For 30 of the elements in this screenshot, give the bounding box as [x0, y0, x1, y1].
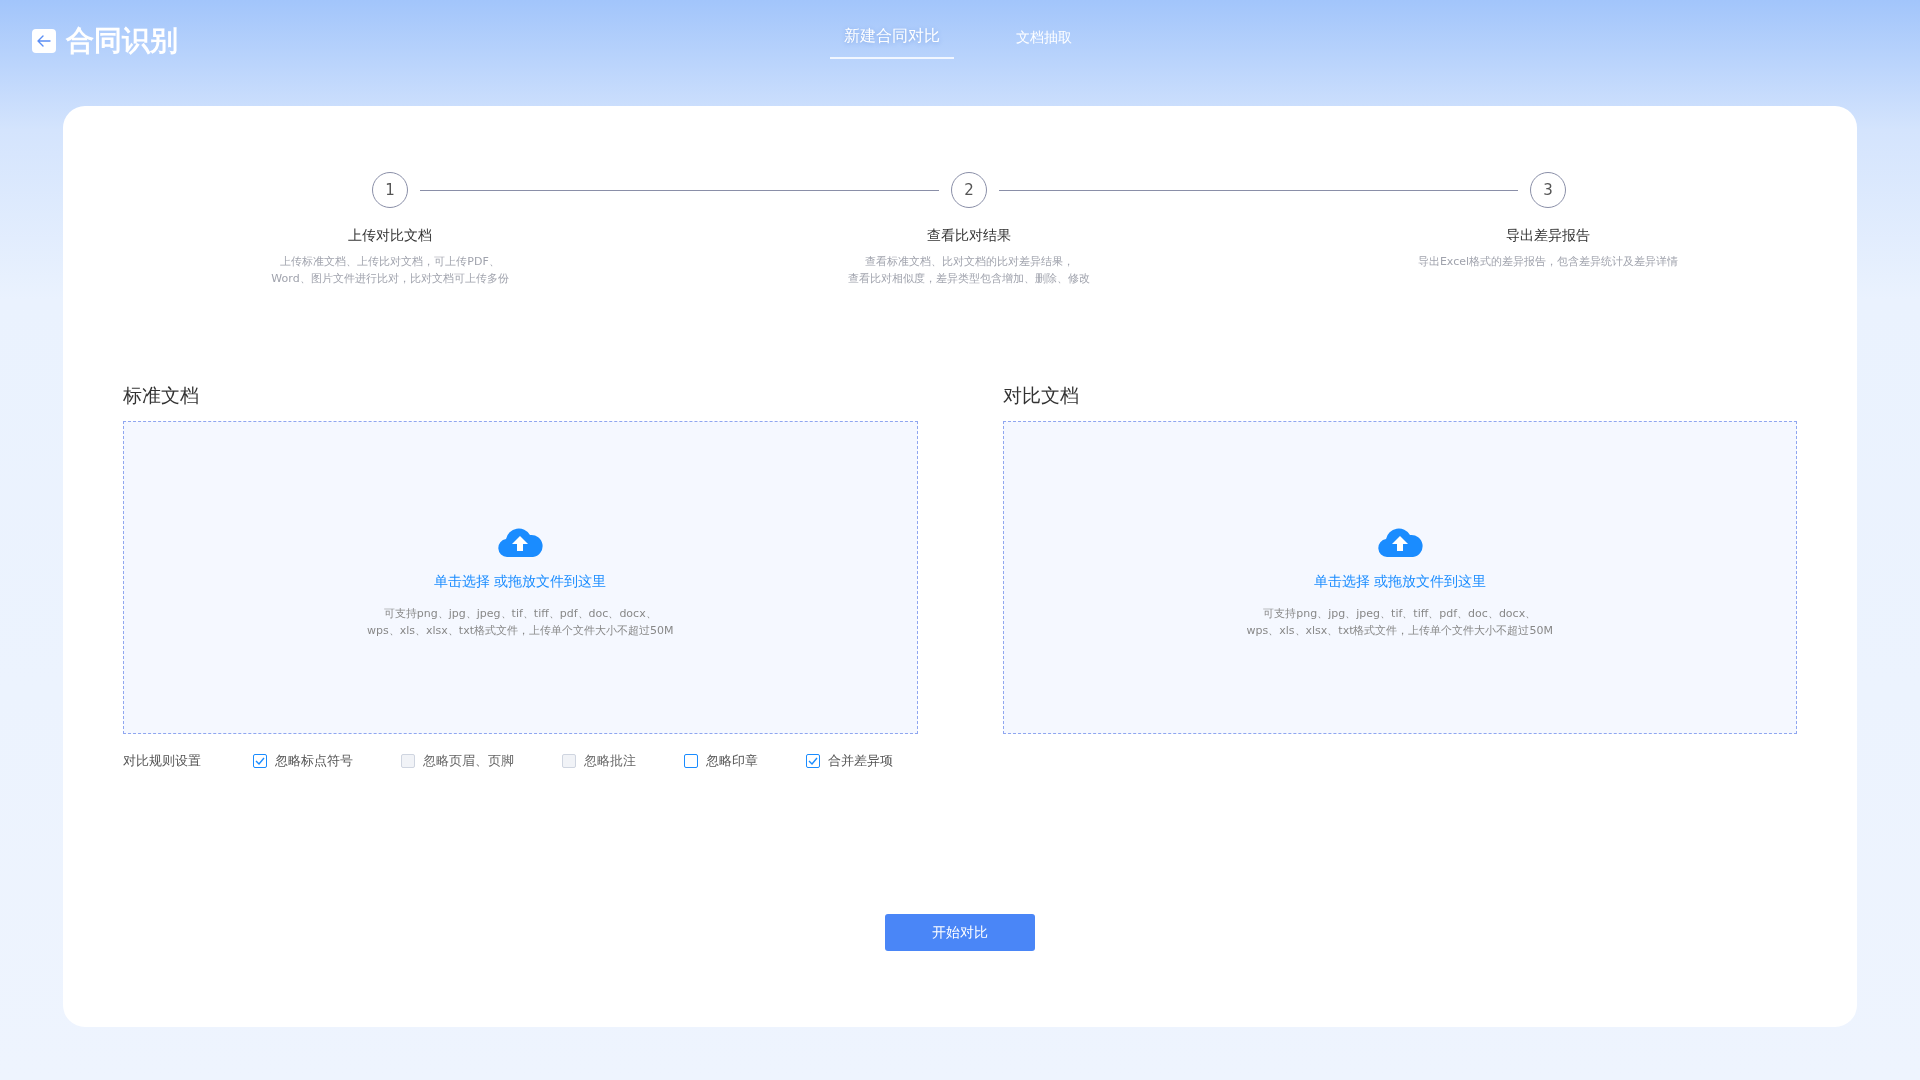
start-compare-button[interactable]: 开始对比 — [885, 914, 1035, 951]
step-title: 上传对比文档 — [348, 227, 432, 245]
upload-hint: 可支持png、jpg、jpeg、tif、tiff、pdf、doc、docx、 — [383, 605, 657, 622]
step-description: Word、图片文件进行比对，比对文档可上传多份 — [271, 271, 509, 287]
upload-hint: wps、xls、xlsx、txt格式文件，上传单个文件大小不超过50M — [367, 622, 674, 639]
step-title: 查看比对结果 — [927, 227, 1011, 245]
checkmark-icon — [255, 757, 265, 765]
checkmark-icon — [808, 757, 818, 765]
step-description: 查看标准文档、比对文档的比对差异结果， — [864, 254, 1074, 270]
upload-link[interactable]: 单击选择 或拖放文件到这里 — [434, 572, 607, 591]
section-title: 标准文档 — [123, 383, 200, 408]
section-title: 对比文档 — [1002, 383, 1080, 408]
rule-checkbox[interactable]: 忽略标点符号 — [253, 752, 353, 770]
app-title: 合同识别 — [66, 23, 178, 59]
step-title: 导出差异报告 — [1506, 227, 1590, 245]
back-arrow-icon — [37, 35, 51, 47]
cloud-upload-icon — [1376, 526, 1423, 557]
back-button[interactable] — [32, 29, 56, 53]
step-description: 上传标准文档、上传比对文档，可上传PDF、 — [280, 254, 500, 270]
rule-checkbox[interactable]: 忽略印章 — [684, 752, 758, 770]
upload-link[interactable]: 单击选择 或拖放文件到这里 — [1313, 572, 1486, 591]
rules-label: 对比规则设置 — [123, 752, 201, 770]
step-description: 查看比对相似度，差异类型包含增加、删除、修改 — [848, 271, 1090, 287]
cloud-upload-icon — [497, 526, 544, 557]
file-drop-zone[interactable]: 单击选择 或拖放文件到这里 可支持png、jpg、jpeg、tif、tiff、pdf、doc、docx、 wps、xls、xlsx、txt格式文件，上传单个文件大小不超过50M — [1002, 421, 1797, 734]
upload-hint: wps、xls、xlsx、txt格式文件，上传单个文件大小不超过50M — [1246, 622, 1553, 639]
upload-hint: 可支持png、jpg、jpeg、tif、tiff、pdf、doc、docx、 — [1263, 605, 1537, 622]
rule-checkbox[interactable]: 合并差异项 — [806, 752, 893, 770]
step-description: 导出Excel格式的差异报告，包含差异统计及差异详情 — [1417, 254, 1679, 270]
file-drop-zone[interactable]: 单击选择 或拖放文件到这里 可支持png、jpg、jpeg、tif、tiff、pdf、doc、docx、 wps、xls、xlsx、txt格式文件，上传单个文件大小不超过50M — [123, 421, 918, 734]
